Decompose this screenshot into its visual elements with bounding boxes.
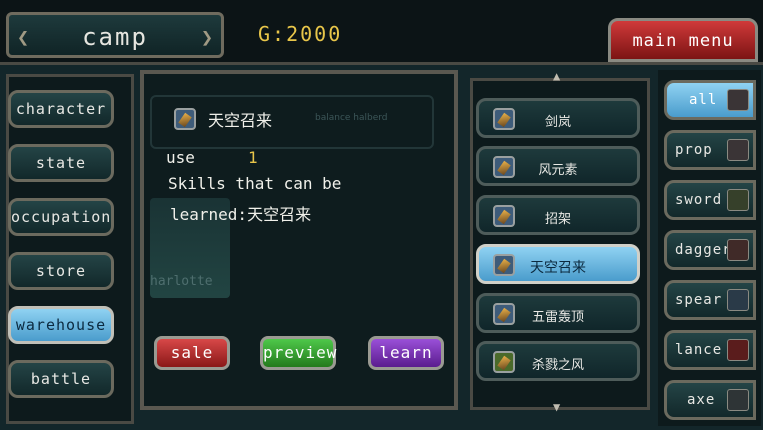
main-menu-button[interactable]: main menu [608,18,758,62]
filter-label: all [689,92,718,108]
filter-spear-button[interactable]: spear [664,280,756,320]
filter-dagger-button[interactable]: dagger [664,230,756,270]
preview-button[interactable]: preview [260,336,336,370]
skill-scroll-icon [174,108,196,130]
skill-item-selected[interactable]: 天空召来 [476,244,640,284]
lance-icon [727,339,749,361]
skill-item[interactable]: 杀戮之风 [476,341,640,381]
filter-all-button[interactable]: all [664,80,756,120]
filter-label: axe [687,392,716,408]
filter-prop-button[interactable]: prop [664,130,756,170]
nav-store-button[interactable]: store [8,252,114,290]
filter-axe-button[interactable]: axe [664,380,756,420]
filter-label: prop [675,142,713,158]
item-name: 天空召来 [208,111,273,130]
skill-label: 五雷轰顶 [531,310,584,325]
filter-label: lance [675,342,723,358]
learn-button[interactable]: learn [368,336,444,370]
skill-label: 剑岚 [544,115,571,130]
gold-counter: G:2000 [258,22,343,46]
spear-icon [727,289,749,311]
prop-icon [727,139,749,161]
nav-battle-button[interactable]: battle [8,360,114,398]
scroll-down-icon[interactable]: ▼ [553,400,560,414]
skill-label: 招架 [544,212,571,227]
use-value: 1 [248,148,258,167]
nav-occupation-button[interactable]: occupation [8,198,114,236]
dagger-icon [727,239,749,261]
axe-icon [727,389,749,411]
sword-icon [727,189,749,211]
scroll-up-icon[interactable]: ▲ [553,69,560,83]
filter-lance-button[interactable]: lance [664,330,756,370]
background-character-name: harlotte [150,274,213,289]
camp-title: camp [82,23,148,51]
description-line-1: Skills that can be [168,174,342,193]
skill-label: 风元素 [538,163,578,178]
sale-button[interactable]: sale [154,336,230,370]
description-line-2: learned:天空召来 [170,205,312,224]
nav-warehouse-button[interactable]: warehouse [8,306,114,344]
skill-label: 天空召来 [530,260,586,276]
skill-item[interactable]: 风元素 [476,146,640,186]
filter-label: spear [675,292,723,308]
ornament-right-icon: ❯ [200,25,213,49]
background-item-label: balance halberd [315,113,388,123]
top-bar: ❮ camp ❯ G:2000 main menu [0,0,763,65]
nav-character-button[interactable]: character [8,90,114,128]
filter-label: sword [675,192,723,208]
all-icon [727,89,749,111]
skill-label: 杀戮之风 [531,358,584,373]
skill-item[interactable]: 招架 [476,195,640,235]
skill-item[interactable]: 五雷轰顶 [476,293,640,333]
filter-label: dagger [675,242,732,258]
use-label: use [166,148,195,167]
filter-sword-button[interactable]: sword [664,180,756,220]
nav-state-button[interactable]: state [8,144,114,182]
skill-item[interactable]: 剑岚 [476,98,640,138]
camp-title-box: ❮ camp ❯ [6,12,224,58]
